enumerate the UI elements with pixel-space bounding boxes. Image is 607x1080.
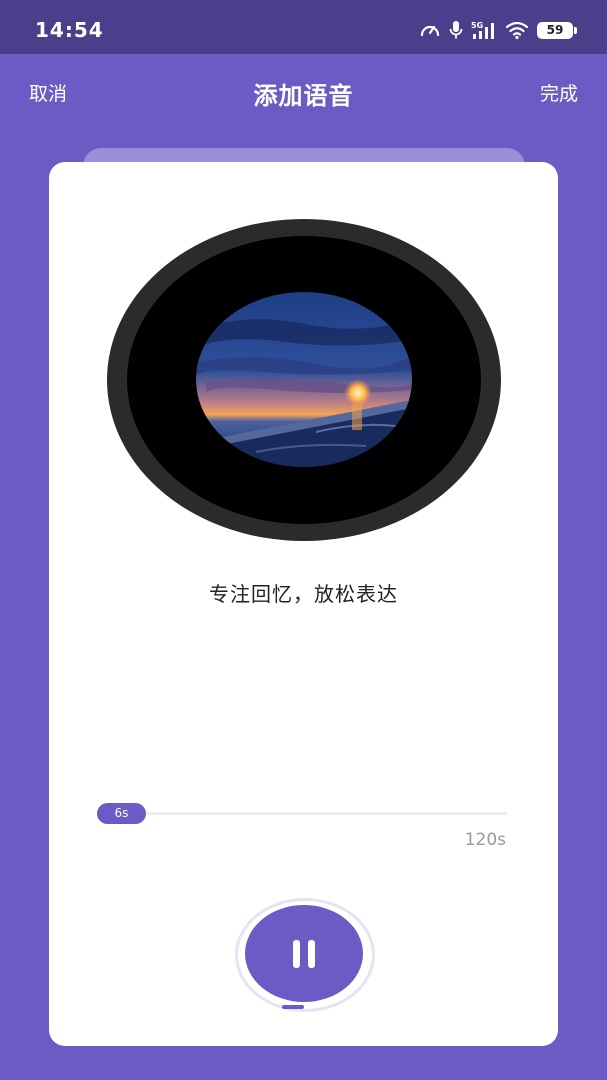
network-type-label: 5G: [471, 21, 483, 30]
recording-card: 专注回忆，放松表达 6s 120s: [49, 162, 558, 1046]
record-disc: [107, 219, 501, 541]
pause-icon-bar: [308, 940, 315, 968]
pause-record-button[interactable]: [245, 905, 363, 1002]
pause-icon-bar: [293, 940, 300, 968]
microphone-icon: [449, 20, 463, 40]
battery-icon: 59: [537, 21, 577, 39]
speed-meter-icon: [419, 20, 441, 40]
page-title: 添加语音: [253, 82, 354, 110]
recording-progress-thumb[interactable]: 6s: [97, 803, 146, 824]
status-time: 14:54: [35, 18, 104, 42]
recording-progress-track: [97, 812, 507, 815]
status-icons: 5G 59: [419, 17, 577, 43]
wifi-icon: [505, 20, 529, 40]
disc-cover-image: [196, 292, 412, 467]
status-bar: 14:54 5G 59: [0, 0, 607, 54]
done-button[interactable]: 完成: [540, 79, 578, 106]
recording-prompt: 专注回忆，放松表达: [209, 582, 398, 606]
record-progress-indicator: [282, 1005, 304, 1009]
nav-bar: 取消 添加语音 完成: [0, 54, 607, 130]
pause-icon: [293, 940, 315, 968]
recording-max-duration: 120s: [464, 830, 506, 850]
signal-icon: 5G: [471, 20, 497, 40]
